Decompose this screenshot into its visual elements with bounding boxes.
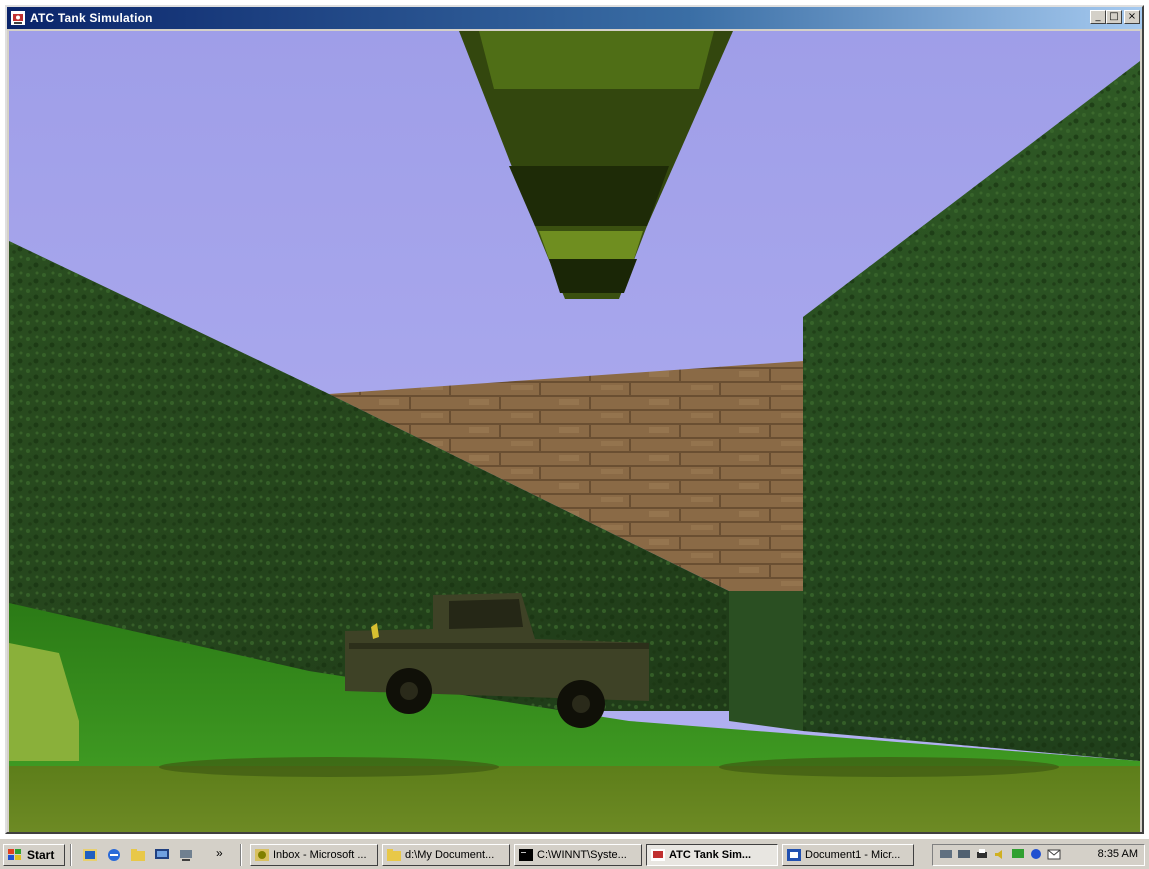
- foreground-ground: [9, 766, 1140, 832]
- start-button[interactable]: Start: [3, 844, 65, 866]
- console-icon: [519, 849, 533, 861]
- application-window: ATC Tank Simulation _ □ ×: [5, 5, 1144, 834]
- start-label: Start: [27, 848, 55, 862]
- 3d-scene[interactable]: [9, 31, 1140, 832]
- network-icon[interactable]: [939, 848, 953, 861]
- word-icon: [787, 849, 801, 861]
- desktop-icon[interactable]: [154, 848, 170, 862]
- task-label: C:\WINNT\Syste...: [537, 849, 627, 861]
- task-button-atc-tank-simulation[interactable]: ATC Tank Sim...: [646, 844, 778, 866]
- title-bar[interactable]: ATC Tank Simulation _ □ ×: [7, 7, 1142, 29]
- volume-icon[interactable]: [993, 848, 1007, 861]
- task-button-console[interactable]: C:\WINNT\Syste...: [514, 844, 642, 866]
- taskbar-separator: [240, 844, 242, 866]
- folder-icon[interactable]: [130, 848, 146, 862]
- minimize-button[interactable]: _: [1090, 10, 1106, 24]
- task-label: ATC Tank Sim...: [669, 849, 752, 861]
- task-button-inbox[interactable]: Inbox - Microsoft ...: [250, 844, 378, 866]
- internet-explorer-icon[interactable]: [106, 848, 122, 862]
- network-icon[interactable]: [957, 848, 971, 861]
- windows-logo-icon: [8, 849, 21, 860]
- folder-icon: [387, 849, 401, 861]
- clock[interactable]: 8:35 AM: [1098, 848, 1138, 860]
- task-label: Inbox - Microsoft ...: [273, 849, 367, 861]
- monitor-icon[interactable]: [1011, 848, 1025, 861]
- network-icon[interactable]: [178, 848, 194, 862]
- ground-shadow-left: [159, 757, 499, 777]
- maximize-button[interactable]: □: [1106, 10, 1122, 24]
- task-label: d:\My Document...: [405, 849, 495, 861]
- center-hedge: [729, 591, 803, 731]
- quick-launch-overflow[interactable]: »: [216, 846, 223, 860]
- system-tray: 8:35 AM: [932, 844, 1145, 866]
- outlook-icon[interactable]: [82, 848, 98, 862]
- task-label: Document1 - Micr...: [805, 849, 901, 861]
- taskbar: Start » Inbox - Microsoft ... d:\My Docu…: [0, 838, 1149, 869]
- task-button-document1[interactable]: Document1 - Micr...: [782, 844, 914, 866]
- task-button-my-documents[interactable]: d:\My Document...: [382, 844, 510, 866]
- messenger-icon[interactable]: [1029, 848, 1043, 861]
- close-button[interactable]: ×: [1124, 10, 1140, 24]
- window-title: ATC Tank Simulation: [30, 11, 153, 25]
- ground-shadow-right: [719, 757, 1059, 777]
- mail-icon[interactable]: [1047, 848, 1061, 861]
- simulation-icon: [651, 849, 665, 861]
- taskbar-separator: [70, 844, 72, 866]
- printer-icon[interactable]: [975, 848, 989, 861]
- simulation-app-icon[interactable]: [11, 11, 25, 25]
- simulation-viewport[interactable]: [9, 31, 1140, 832]
- inbox-icon: [255, 849, 269, 861]
